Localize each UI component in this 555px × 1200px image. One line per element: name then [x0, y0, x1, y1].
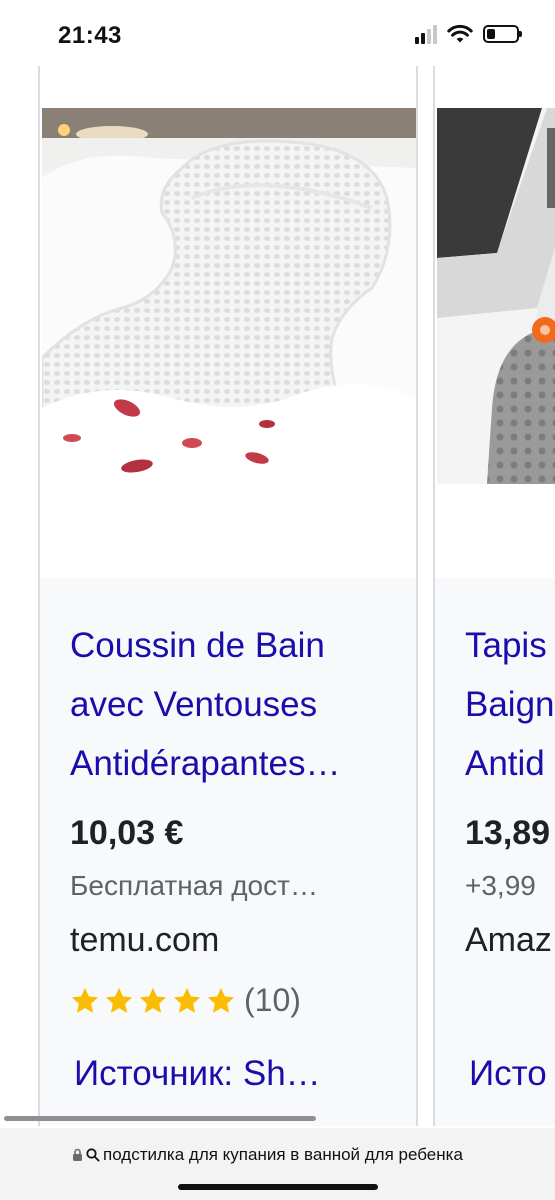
- product-info: Coussin de Bain avec Ventouses Antidérap…: [40, 578, 416, 1126]
- title-line: Antid: [465, 744, 545, 783]
- wifi-icon: [447, 24, 473, 43]
- horizontal-scrollbar[interactable]: [4, 1116, 316, 1121]
- star-icon: [105, 987, 133, 1013]
- product-carousel[interactable]: Coussin de Bain avec Ventouses Antidérap…: [0, 66, 555, 1126]
- product-image-bath-mat[interactable]: [437, 108, 555, 484]
- title-line: avec Ventouses: [70, 685, 318, 724]
- source-link[interactable]: Источник: Sh…: [74, 1054, 321, 1094]
- product-card[interactable]: Coussin de Bain avec Ventouses Antidérap…: [38, 66, 418, 1126]
- search-icon: [86, 1148, 100, 1162]
- star-icon: [173, 987, 201, 1013]
- rating: (10): [70, 982, 301, 1019]
- store-name: temu.com: [70, 921, 220, 959]
- source-link[interactable]: Исто: [469, 1054, 547, 1094]
- address-text[interactable]: подстилка для купания в ванной для ребен…: [72, 1145, 463, 1165]
- status-time: 21:43: [58, 22, 122, 49]
- search-query: подстилка для купания в ванной для ребен…: [103, 1145, 463, 1164]
- shipping-info: Бесплатная дост…: [70, 870, 318, 901]
- product-title-link[interactable]: Coussin de Bain avec Ventouses Antidérap…: [70, 616, 400, 793]
- title-line: Coussin de Bain: [70, 626, 325, 665]
- product-image-bath-pillow[interactable]: [42, 108, 416, 484]
- cellular-signal-icon: [415, 24, 437, 44]
- status-bar: 21:43: [0, 0, 555, 70]
- product-info: Tapis Baign Antid 13,89 +3,99 Amaz Исто: [435, 578, 555, 1126]
- product-card[interactable]: Tapis Baign Antid 13,89 +3,99 Amaz Исто: [433, 66, 555, 1126]
- title-line: Antidérapantes…: [70, 744, 341, 783]
- rating-count: (10): [244, 982, 301, 1018]
- product-price: 10,03 €: [70, 814, 184, 852]
- lock-icon: [73, 1148, 82, 1161]
- address-bar[interactable]: подстилка для купания в ванной для ребен…: [0, 1128, 555, 1200]
- rating-stars: [70, 986, 240, 1016]
- status-icons: [415, 24, 522, 44]
- title-line: Baign: [465, 685, 555, 724]
- battery-icon: [483, 25, 522, 43]
- product-title-link[interactable]: Tapis Baign Antid: [465, 616, 555, 793]
- star-icon: [207, 987, 235, 1013]
- product-price: 13,89: [465, 814, 551, 852]
- shipping-info: +3,99: [465, 870, 536, 901]
- star-icon: [139, 987, 167, 1013]
- star-icon: [71, 987, 99, 1013]
- home-indicator[interactable]: [178, 1184, 378, 1190]
- title-line: Tapis: [465, 626, 547, 665]
- store-name: Amaz: [465, 921, 552, 959]
